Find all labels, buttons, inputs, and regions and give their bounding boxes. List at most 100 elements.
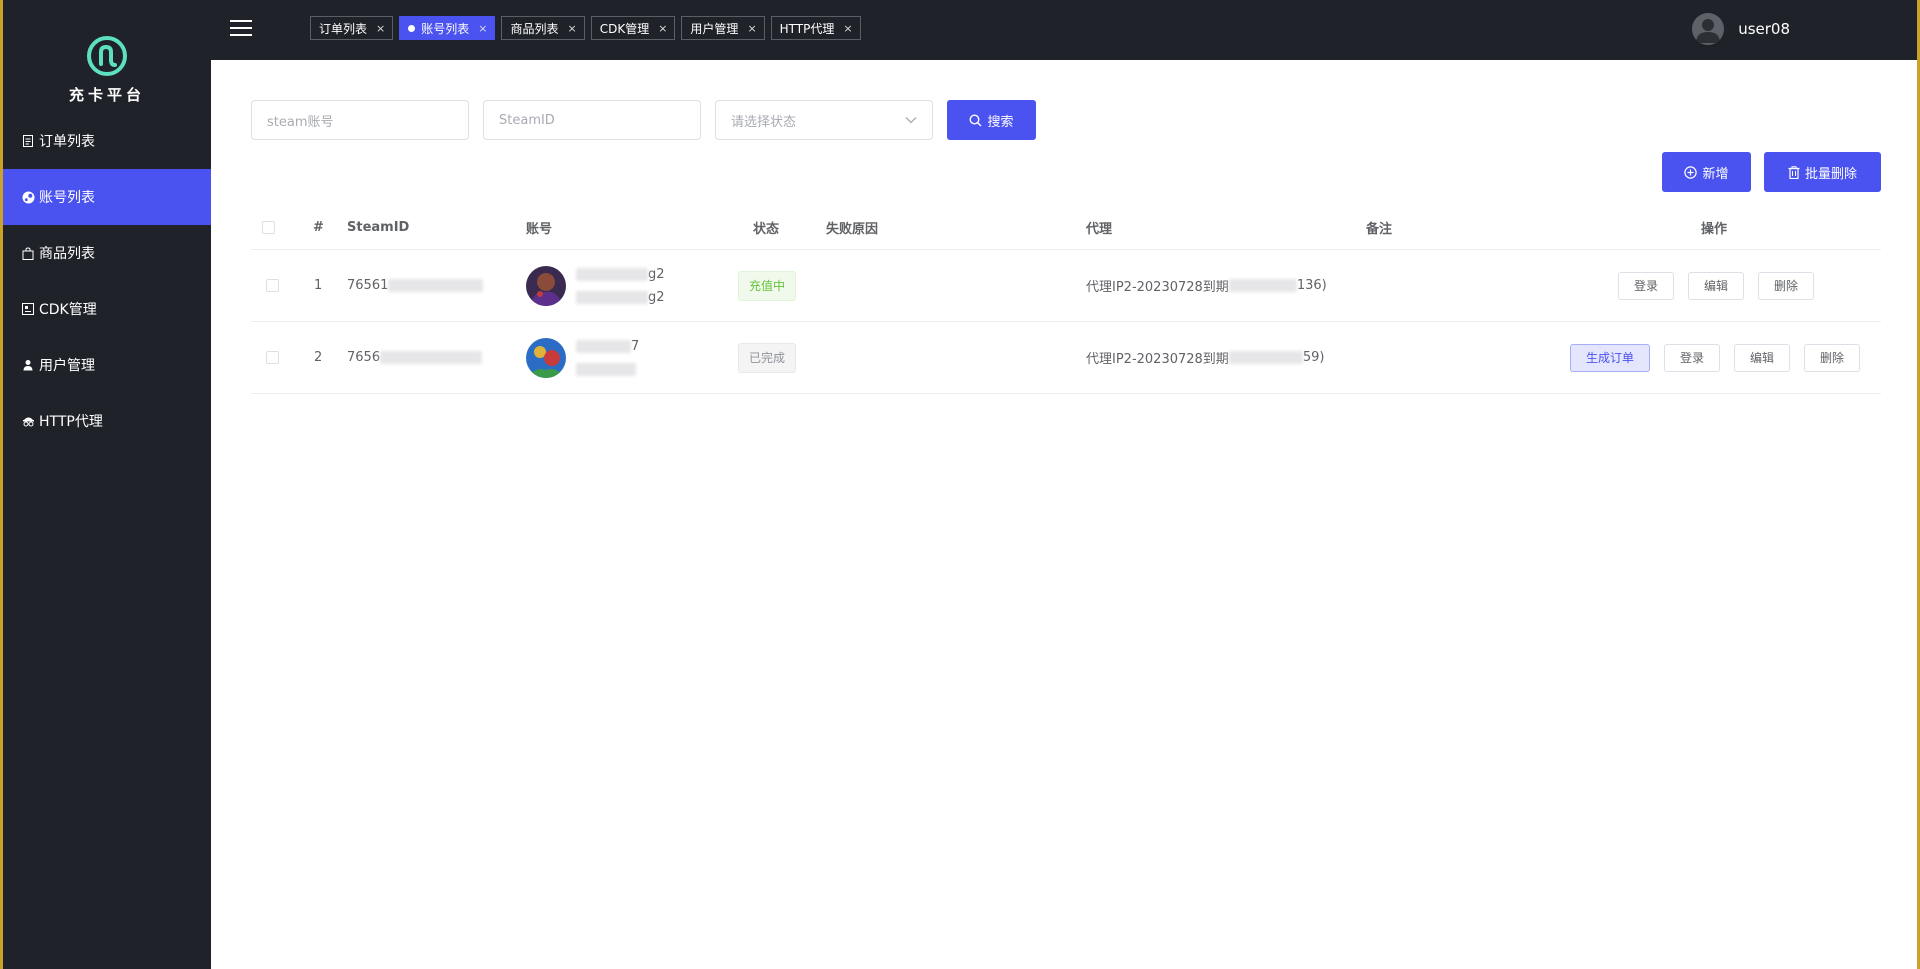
table-row: 2 7656 7 已完成 代理IP2-20230728到期 59) 生成订单 登… bbox=[251, 322, 1881, 394]
ops-cell: 生成订单 登录 编辑 删除 bbox=[1570, 322, 1860, 393]
delete-button[interactable]: 删除 bbox=[1758, 271, 1814, 300]
app-name: 充卡平台 bbox=[68, 86, 145, 104]
table-row: 1 76561 g2 g2 充值中 代理IP2-20230728到期 136) … bbox=[251, 250, 1881, 322]
status-cell: 已完成 bbox=[738, 322, 797, 393]
app-logo[interactable]: 充卡平台 bbox=[3, 36, 211, 105]
account-line1: g2 bbox=[648, 266, 665, 282]
account-line1: 7 bbox=[631, 338, 640, 354]
add-button[interactable]: 新增 bbox=[1662, 152, 1751, 192]
avatar[interactable] bbox=[1692, 13, 1725, 45]
bag-icon bbox=[21, 246, 35, 260]
search-label: 搜索 bbox=[987, 114, 1014, 130]
status-cell: 充值中 bbox=[738, 250, 797, 321]
proxy-icon bbox=[21, 414, 35, 428]
tab-label: HTTP代理 bbox=[779, 21, 835, 36]
sidebar-item-label: HTTP代理 bbox=[39, 414, 103, 430]
redacted-block bbox=[1228, 279, 1297, 292]
header-ops: 操作 bbox=[1701, 221, 1728, 237]
sidebar-item-orders[interactable]: 订单列表 bbox=[3, 113, 211, 169]
delete-button[interactable]: 删除 bbox=[1804, 343, 1860, 372]
edit-button[interactable]: 编辑 bbox=[1688, 271, 1744, 300]
tab-label: 商品列表 bbox=[510, 21, 559, 36]
logo-icon bbox=[87, 36, 127, 76]
trash-icon bbox=[1788, 165, 1800, 179]
search-button[interactable]: 搜索 bbox=[947, 100, 1036, 140]
proxy-text: 代理IP2-20230728到期 bbox=[1086, 280, 1229, 295]
sidebar-item-accounts[interactable]: 账号列表 bbox=[3, 169, 211, 225]
redacted-block bbox=[576, 267, 648, 281]
sidebar-item-cdk[interactable]: CDK管理 bbox=[3, 281, 211, 337]
redacted-block bbox=[576, 362, 636, 376]
row-index: 2 bbox=[314, 350, 323, 365]
tab-label: 订单列表 bbox=[319, 21, 368, 36]
account-line2: g2 bbox=[648, 289, 665, 305]
placeholder: steam账号 bbox=[267, 114, 334, 130]
edit-button[interactable]: 编辑 bbox=[1734, 343, 1790, 372]
user-icon bbox=[21, 358, 35, 372]
tab-cdk[interactable]: CDK管理 × bbox=[590, 16, 676, 40]
row-checkbox[interactable] bbox=[266, 279, 279, 292]
redacted-block bbox=[576, 290, 648, 304]
tab-orders[interactable]: 订单列表 × bbox=[310, 16, 394, 40]
header-fail-reason: 失败原因 bbox=[826, 221, 879, 237]
proxy-cell: 代理IP2-20230728到期 136) bbox=[1086, 250, 1327, 321]
placeholder: SteamID bbox=[499, 112, 555, 128]
sidebar-item-products[interactable]: 商品列表 bbox=[3, 225, 211, 281]
tab-bar: 订单列表 × 账号列表 × 商品列表 × CDK管理 × 用户管理 × HTTP… bbox=[310, 16, 861, 40]
select-all-cell bbox=[262, 205, 275, 249]
header-steamid: SteamID bbox=[347, 219, 410, 235]
redacted-block bbox=[576, 339, 631, 353]
close-icon[interactable]: × bbox=[843, 22, 852, 35]
document-icon bbox=[21, 134, 35, 148]
steamid-text: 7656 bbox=[347, 350, 381, 365]
sidebar-item-users[interactable]: 用户管理 bbox=[3, 337, 211, 393]
close-icon[interactable]: × bbox=[658, 22, 667, 35]
login-button[interactable]: 登录 bbox=[1664, 343, 1720, 372]
steam-account-input[interactable]: steam账号 bbox=[251, 100, 469, 140]
menu-toggle-icon[interactable] bbox=[230, 19, 252, 37]
user-menu[interactable]: user08 bbox=[1692, 13, 1790, 45]
select-all-checkbox[interactable] bbox=[262, 220, 275, 234]
account-cell: 7 bbox=[526, 322, 639, 393]
status-badge: 已完成 bbox=[738, 342, 797, 373]
account-cell: g2 g2 bbox=[526, 250, 665, 321]
cdk-icon bbox=[21, 302, 35, 316]
row-checkbox[interactable] bbox=[266, 351, 279, 364]
tab-label: CDK管理 bbox=[599, 21, 650, 36]
status-select[interactable]: 请选择状态 bbox=[715, 100, 933, 140]
user-avatar-icon bbox=[1696, 19, 1721, 43]
close-icon[interactable]: × bbox=[747, 22, 756, 35]
main-content: steam账号 SteamID 请选择状态 搜索 新增 批量删除 # Steam… bbox=[211, 60, 1917, 969]
close-icon[interactable]: × bbox=[567, 22, 576, 35]
steamid-input[interactable]: SteamID bbox=[483, 100, 701, 140]
search-icon bbox=[969, 113, 982, 127]
generate-order-button[interactable]: 生成订单 bbox=[1570, 343, 1650, 372]
tab-accounts[interactable]: 账号列表 × bbox=[399, 16, 496, 40]
proxy-suffix: 136) bbox=[1296, 278, 1327, 293]
steamid-text: 76561 bbox=[347, 278, 389, 293]
redacted-block bbox=[1228, 351, 1303, 364]
sidebar-menu: 订单列表 账号列表 商品列表 CDK管理 用户管理 HTTP代理 bbox=[3, 113, 211, 449]
sidebar: 充卡平台 订单列表 账号列表 商品列表 CDK管理 用户管理 HTTP代理 bbox=[3, 0, 211, 969]
header-status: 状态 bbox=[753, 221, 780, 237]
tab-users[interactable]: 用户管理 × bbox=[681, 16, 765, 40]
close-icon[interactable]: × bbox=[478, 22, 487, 35]
accounts-table: # SteamID 账号 状态 失败原因 代理 备注 操作 1 76561 g2… bbox=[251, 205, 1881, 394]
tab-label: 账号列表 bbox=[421, 21, 470, 36]
tab-products[interactable]: 商品列表 × bbox=[501, 16, 585, 40]
steamid-cell: 7656 bbox=[347, 322, 483, 393]
placeholder: 请选择状态 bbox=[731, 114, 797, 130]
header-index: # bbox=[313, 219, 324, 235]
status-badge: 充值中 bbox=[738, 270, 797, 301]
login-button[interactable]: 登录 bbox=[1618, 271, 1674, 300]
bulk-delete-button[interactable]: 批量删除 bbox=[1764, 152, 1881, 192]
header-proxy: 代理 bbox=[1086, 221, 1113, 237]
account-avatar bbox=[526, 265, 566, 306]
tab-http-proxy[interactable]: HTTP代理 × bbox=[770, 16, 861, 40]
redacted-block bbox=[388, 279, 484, 292]
close-icon[interactable]: × bbox=[376, 22, 385, 35]
username: user08 bbox=[1738, 20, 1790, 38]
chevron-down-icon bbox=[905, 117, 917, 124]
table-header: # SteamID 账号 状态 失败原因 代理 备注 操作 bbox=[251, 205, 1881, 250]
sidebar-item-http-proxy[interactable]: HTTP代理 bbox=[3, 393, 211, 449]
